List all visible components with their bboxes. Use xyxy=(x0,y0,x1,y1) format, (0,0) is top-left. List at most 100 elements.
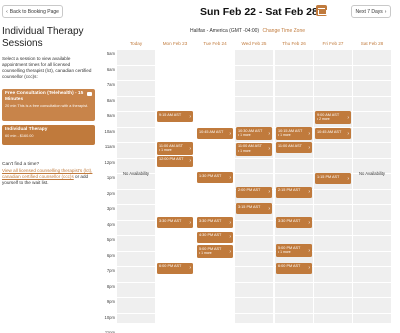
time-label: 6am xyxy=(106,66,115,72)
slot-time-label: 9:15 AM AST xyxy=(159,112,182,117)
time-slot-button[interactable]: 9:00 AM AST • 2 more › xyxy=(315,111,351,124)
change-timezone-link[interactable]: Change Time Zone xyxy=(262,28,305,34)
time-label: 9am xyxy=(106,113,115,118)
slot-time-label: 6:00 PM AST xyxy=(278,264,301,269)
chevron-right-icon: › xyxy=(189,265,191,272)
time-slot-button[interactable]: 3:15 PM AST › xyxy=(236,203,272,215)
day-header: Wed Feb 25 xyxy=(241,41,267,46)
slot-more-label: • 2 more xyxy=(317,117,330,121)
cant-find-heading: Can't find a time? xyxy=(2,162,40,167)
slot-time-label: 10:45 AM AST xyxy=(199,129,224,134)
hour-line xyxy=(117,250,391,252)
day-header: Mon Feb 23 xyxy=(162,41,188,46)
chevron-right-icon: › xyxy=(268,146,270,153)
time-slot-button[interactable]: 1:30 PM AST › xyxy=(197,172,233,184)
chevron-left-icon: ‹ xyxy=(6,8,8,15)
calendar-grid: Today Mon Feb 23 Tue Feb 24 Wed Feb 25 Thu F… xyxy=(100,40,391,333)
slot-time-label: 3:30 PM AST xyxy=(199,218,222,223)
chevron-right-icon: › xyxy=(189,145,191,152)
time-slot-button[interactable]: 3:30 PM AST › xyxy=(197,217,233,229)
time-slot-button[interactable]: 11:00 AM AST • 1 more › xyxy=(157,142,193,155)
time-label: 8am xyxy=(106,97,115,103)
video-icon xyxy=(87,92,92,96)
time-slot-button[interactable]: 1:15 PM AST › xyxy=(315,173,351,184)
slot-time-label: 3:15 PM AST xyxy=(238,204,261,209)
service-desc: 60 min - $160.00 xyxy=(5,134,34,138)
page-title: Individual Therapy Sessions xyxy=(2,26,84,49)
time-slot-button[interactable]: 4:30 PM AST › xyxy=(197,231,233,243)
day-header: Fri Feb 27 xyxy=(322,41,344,46)
slot-time-label: 9:00 AM AST xyxy=(317,112,340,117)
time-label: 11am xyxy=(104,144,115,149)
time-label: 10am xyxy=(104,128,115,134)
service-card-individual-therapy[interactable]: Individual Therapy 60 min - $160.00 xyxy=(2,125,95,145)
time-label: 5am xyxy=(106,51,115,56)
time-label: 4pm xyxy=(106,221,115,227)
waitlist-text: View all licensed counselling therapist'… xyxy=(2,168,96,186)
service-title: Individual Therapy xyxy=(5,127,48,132)
chevron-right-icon: › xyxy=(308,144,310,151)
time-slot-button[interactable]: 5:00 PM AST • 1 more › xyxy=(276,244,312,258)
time-label: 1pm xyxy=(106,175,115,180)
slot-time-label: 11:00 AM AST xyxy=(238,144,262,149)
chevron-right-icon: › xyxy=(189,113,191,120)
time-label: 3pm xyxy=(106,206,115,211)
chevron-right-icon: › xyxy=(308,130,310,137)
time-slot-button[interactable]: 6:00 PM AST › xyxy=(276,262,312,274)
next-label: Next 7 Days xyxy=(355,8,383,15)
chevron-right-icon: › xyxy=(268,189,270,196)
time-label: 10pm xyxy=(104,314,115,320)
chevron-right-icon: › xyxy=(347,114,349,121)
slot-time-label: 11:00 AM AST xyxy=(159,143,183,148)
time-slot-button[interactable]: 6:00 PM AST › xyxy=(157,262,193,274)
time-slot-button[interactable]: 2:00 PM AST › xyxy=(236,186,272,198)
slot-time-label: 1:30 PM AST xyxy=(199,173,222,178)
service-desc: 20 min This is a free consultation with … xyxy=(5,104,89,108)
time-label: 12pm xyxy=(104,159,115,165)
hour-line xyxy=(117,80,391,81)
time-slot-button[interactable]: 9:15 AM AST › xyxy=(157,111,193,122)
hour-line xyxy=(117,281,391,283)
time-slot-button[interactable]: 10:45 AM AST › xyxy=(197,128,233,140)
hour-line xyxy=(117,328,391,329)
next-7-days-button[interactable]: Next 7 Days › xyxy=(351,5,391,18)
slot-time-label: 10:15 AM AST xyxy=(278,128,303,133)
service-card-free-consultation[interactable]: Free Consultation (Telehealth) - 15 Minu… xyxy=(2,89,95,121)
no-availability-label: No Availability xyxy=(359,171,385,177)
time-slot-button[interactable]: 5:00 PM AST • 1 more › xyxy=(197,245,233,259)
time-slot-button[interactable]: 10:30 AM AST • 1 more › xyxy=(236,127,272,141)
timezone-text: Halifax - America (GMT -04:00) xyxy=(190,28,260,34)
time-slot-button[interactable]: 3:30 PM AST › xyxy=(157,217,193,229)
slot-more-label: • 1 more xyxy=(199,251,212,256)
time-slot-button[interactable]: 2:15 PM AST › xyxy=(276,186,312,198)
hour-line xyxy=(117,297,391,298)
time-label: 7pm xyxy=(106,268,115,273)
chevron-right-icon: › xyxy=(229,174,231,181)
slot-time-label: 10:45 AM AST xyxy=(317,129,342,134)
back-to-booking-button[interactable]: ‹ Back to Booking Page xyxy=(2,5,63,18)
time-label: 8pm xyxy=(106,283,115,289)
slot-time-label: 3:30 PM AST xyxy=(278,218,301,223)
time-slot-button[interactable]: 11:00 AM AST › xyxy=(276,142,312,153)
day-header: Sat Feb 28 xyxy=(360,41,384,46)
time-slot-button[interactable]: 10:45 AM AST › xyxy=(315,128,351,140)
service-title: Free Consultation (Telehealth) - 15 Minu… xyxy=(5,91,84,102)
chevron-right-icon: › xyxy=(308,265,310,272)
hour-line xyxy=(117,64,391,66)
time-slot-button[interactable]: 3:30 PM AST › xyxy=(276,217,312,229)
time-slot-button[interactable]: 12:00 PM AST › xyxy=(157,155,193,167)
slot-time-label: 12:00 PM AST xyxy=(159,157,184,162)
time-label: 5pm xyxy=(106,237,115,242)
chevron-right-icon: › xyxy=(308,247,310,254)
day-header: Tue Feb 24 xyxy=(203,41,227,46)
chevron-right-icon: › xyxy=(229,248,231,255)
slot-time-label: 2:15 PM AST xyxy=(278,188,301,193)
slot-more-label: • 1 more xyxy=(278,133,291,138)
intro-text: Select a session to view available appoi… xyxy=(2,56,92,79)
calendar-icon[interactable] xyxy=(316,5,327,16)
time-slot-button[interactable]: 10:15 AM AST • 1 more › xyxy=(276,127,312,141)
back-label: Back to Booking Page xyxy=(9,8,59,15)
chevron-right-icon: › xyxy=(347,175,349,182)
time-slot-button[interactable]: 11:00 AM AST • 1 more › xyxy=(236,142,272,156)
chevron-right-icon: › xyxy=(229,130,231,137)
